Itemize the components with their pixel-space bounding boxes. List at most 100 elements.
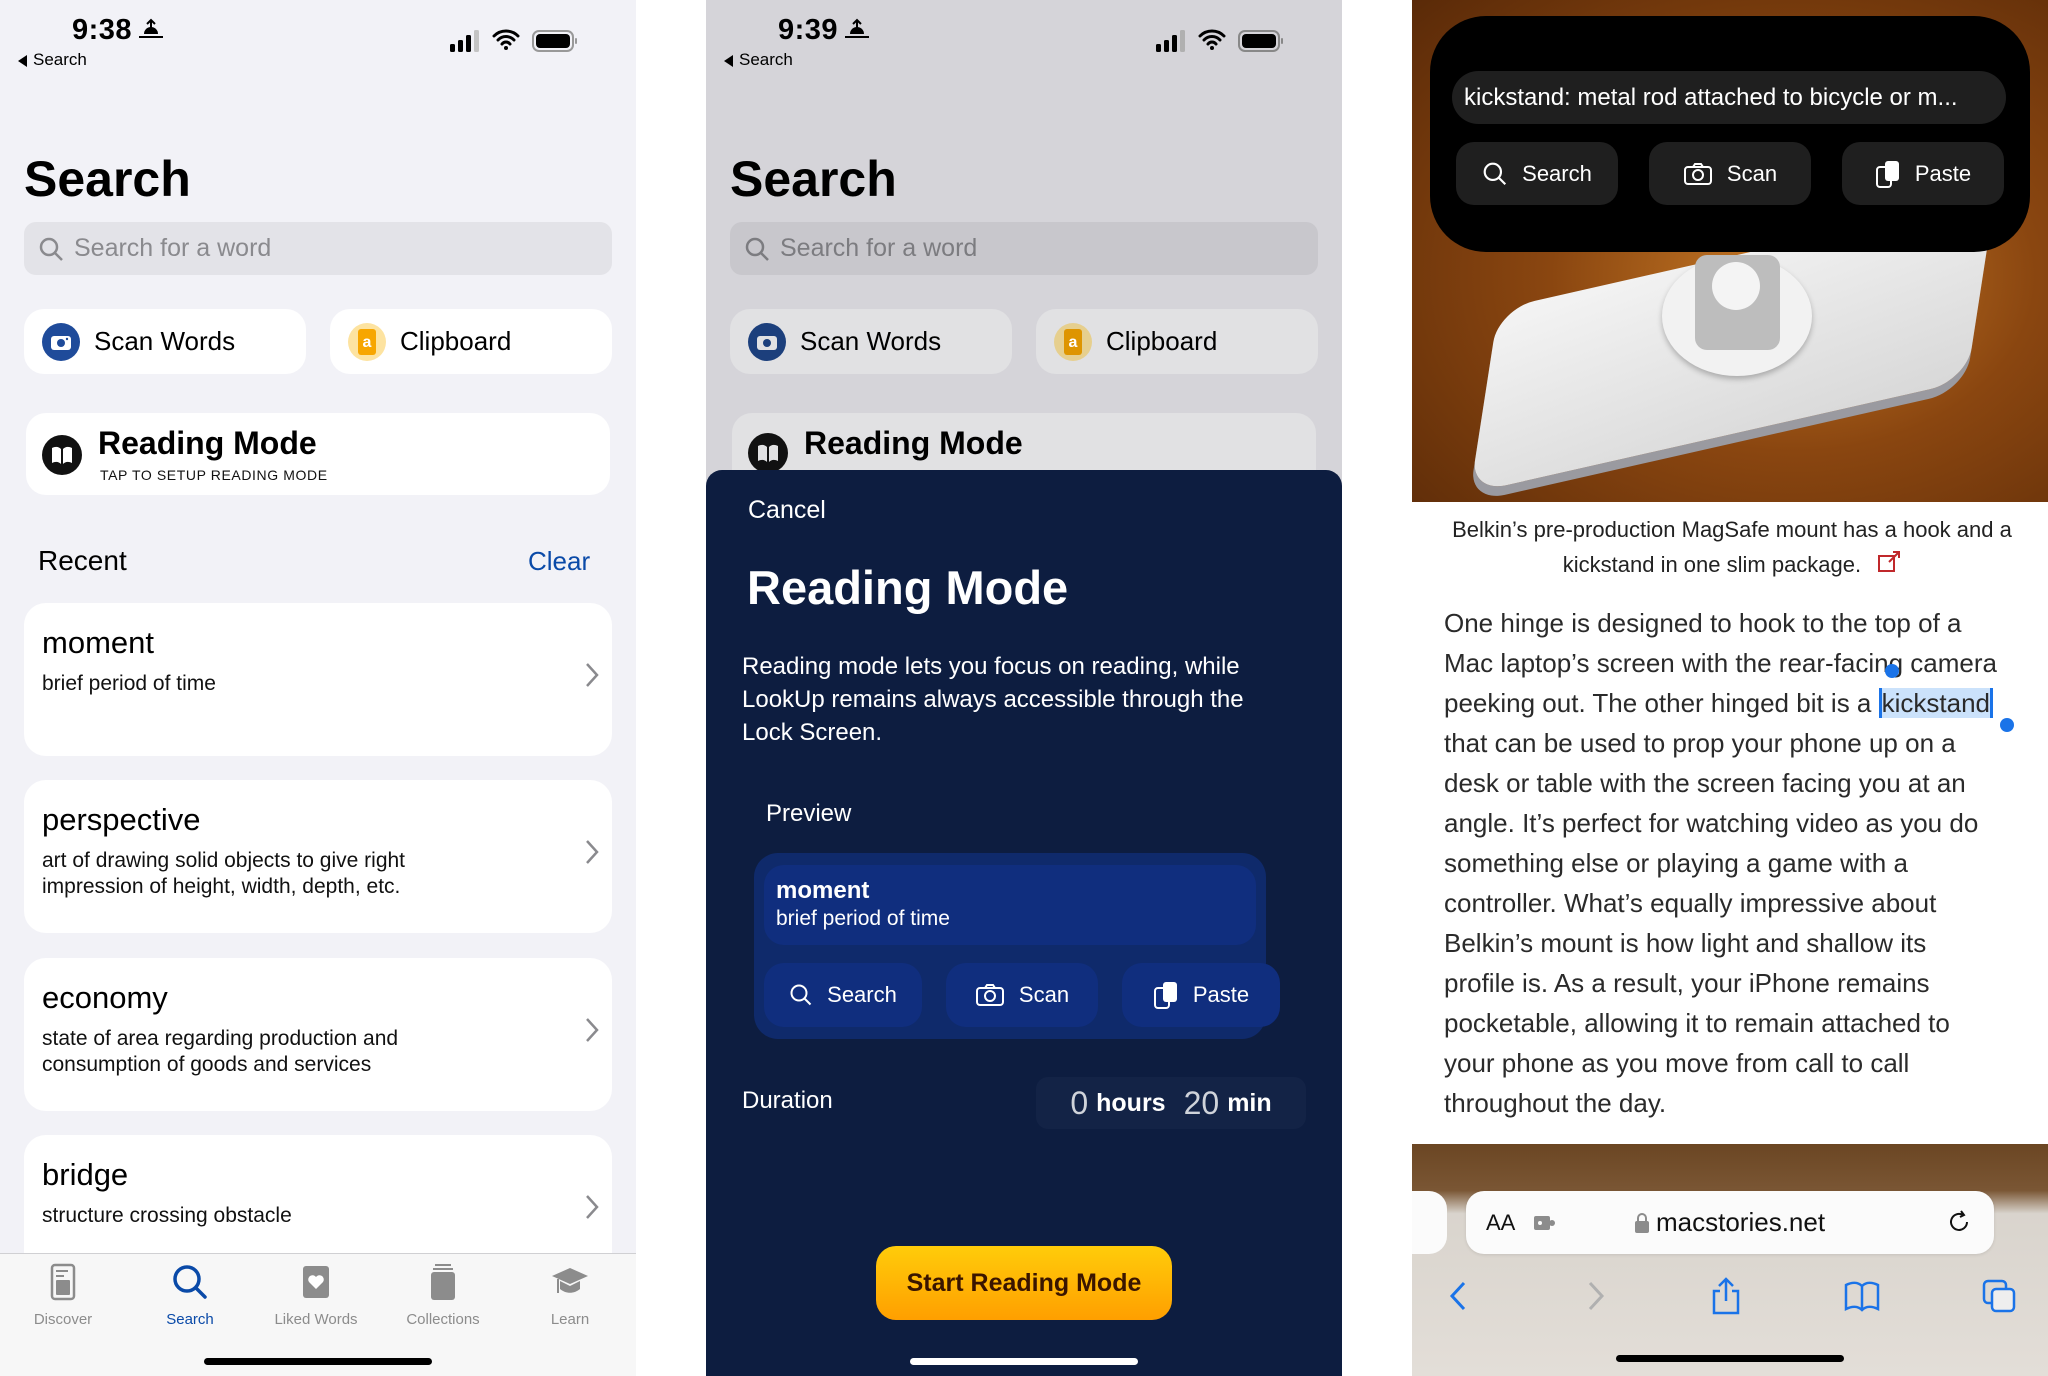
recent-item[interactable]: perspective art of drawing solid objects… xyxy=(24,780,612,933)
page-title: Search xyxy=(24,151,191,207)
graduation-cap-icon xyxy=(552,1268,588,1293)
duration-label: Duration xyxy=(742,1087,833,1114)
paste-icon xyxy=(1875,160,1899,188)
camera-icon xyxy=(42,322,80,361)
back-triangle-icon xyxy=(724,54,733,67)
search-placeholder: Search for a word xyxy=(780,234,978,262)
recent-word: moment xyxy=(42,625,154,660)
widget-paste-button[interactable]: Paste xyxy=(1842,142,2004,205)
definition-pill[interactable]: kickstand: metal rod attached to bicycle… xyxy=(1452,71,2006,124)
widget-scan-button[interactable]: Scan xyxy=(1649,142,1811,205)
clipboard-button[interactable]: a Clipboard xyxy=(1036,309,1318,374)
preview-paste-button[interactable]: Paste xyxy=(1122,963,1280,1027)
status-time: 9:39 xyxy=(778,14,839,46)
hours-unit: hours xyxy=(1096,1088,1166,1117)
tab-label: Search xyxy=(166,1311,214,1328)
book-icon xyxy=(42,435,82,475)
preview-scan-button[interactable]: Scan xyxy=(946,963,1098,1027)
clear-recent-button[interactable]: Clear xyxy=(528,546,590,577)
search-icon xyxy=(1483,162,1507,185)
scan-words-button[interactable]: Scan Words xyxy=(730,309,1012,374)
paste-icon xyxy=(1153,982,1177,1009)
clipboard-icon: a xyxy=(1054,322,1092,361)
cellular-signal-icon xyxy=(1156,30,1185,52)
article-line: that can be used to prop your phone up o… xyxy=(1444,728,1956,758)
article-line: Mac laptop’s screen with the rear-facing… xyxy=(1444,648,1997,678)
scan-words-label: Scan Words xyxy=(94,326,236,356)
article-line: controller. What’s equally impressive ab… xyxy=(1444,888,1937,918)
previous-tab-bar[interactable] xyxy=(1412,1191,1447,1254)
minutes-unit: min xyxy=(1227,1088,1272,1117)
preview-search-button[interactable]: Search xyxy=(764,963,922,1027)
reading-mode-card[interactable]: Reading Mode TAP TO SETUP READING MODE xyxy=(26,413,610,495)
photo-kickstand-hole xyxy=(1712,262,1760,310)
reload-icon[interactable] xyxy=(1948,1209,1972,1236)
extension-icon[interactable] xyxy=(1532,1213,1556,1233)
photo-caption: Belkin’s pre-production MagSafe mount ha… xyxy=(1432,512,2032,582)
back-label: Search xyxy=(739,50,793,69)
search-input[interactable]: Search for a word xyxy=(24,222,612,275)
recent-item[interactable]: moment brief period of time xyxy=(24,603,612,756)
recent-item[interactable]: economy state of area regarding producti… xyxy=(24,958,612,1111)
back-triangle-icon xyxy=(18,54,27,67)
button-label: Paste xyxy=(1192,982,1250,1007)
preview-word: moment xyxy=(776,877,870,904)
heart-icon xyxy=(303,1266,329,1298)
back-icon[interactable] xyxy=(1440,1277,1476,1315)
sunrise-icon xyxy=(139,18,163,38)
wifi-icon xyxy=(1198,29,1226,50)
cellular-signal-icon xyxy=(450,30,479,52)
address-bar[interactable]: AA macstories.net xyxy=(1466,1191,1994,1254)
button-label: Scan xyxy=(1018,982,1070,1007)
search-screen: 9:38 Search Search Search for a word Sca… xyxy=(0,0,636,1376)
scan-words-button[interactable]: Scan Words xyxy=(24,309,306,374)
start-reading-mode-button[interactable]: Start Reading Mode xyxy=(876,1246,1172,1320)
clipboard-button[interactable]: a Clipboard xyxy=(330,309,612,374)
safari-article-screen: kickstand: metal rod attached to bicycle… xyxy=(1412,0,2048,1376)
book-icon xyxy=(748,433,788,473)
reading-mode-setup-screen: 9:39 Search Search Search for a word Sca… xyxy=(706,0,1342,1376)
sheet-title: Reading Mode xyxy=(747,561,1069,614)
recent-definition: art of drawing solid objects to give rig… xyxy=(42,849,406,898)
external-link-icon[interactable] xyxy=(1877,550,1901,574)
search-input[interactable]: Search for a word xyxy=(730,222,1318,275)
share-icon[interactable] xyxy=(1708,1277,1744,1315)
tabs-icon[interactable] xyxy=(1982,1277,2018,1315)
home-indicator xyxy=(204,1358,432,1365)
tab-label: Collections xyxy=(406,1311,480,1328)
clipboard-icon: a xyxy=(348,322,386,361)
recent-word: economy xyxy=(42,980,168,1015)
recent-definition: brief period of time xyxy=(42,672,216,695)
article-line: peeking out. The other hinged bit is a k… xyxy=(1444,683,2034,723)
back-to-search-link[interactable]: Search xyxy=(724,50,793,70)
search-icon xyxy=(745,237,769,261)
duration-picker[interactable]: 0 hours 20 min xyxy=(1036,1077,1306,1129)
selection-start-handle[interactable] xyxy=(1885,664,1899,678)
cancel-button[interactable]: Cancel xyxy=(748,496,826,525)
back-to-search-link[interactable]: Search xyxy=(18,50,87,70)
caption-text: Belkin’s pre-production MagSafe mount ha… xyxy=(1452,517,2012,577)
bookmarks-icon[interactable] xyxy=(1844,1277,1880,1315)
wifi-icon xyxy=(492,29,520,50)
text-size-button[interactable]: AA xyxy=(1486,1210,1515,1236)
tab-search[interactable]: Search xyxy=(130,1262,250,1328)
back-label: Search xyxy=(33,50,87,69)
article-photo-2 xyxy=(1412,1144,2048,1376)
search-icon xyxy=(173,1265,207,1299)
article-line: One hinge is designed to hook to the top… xyxy=(1444,608,1962,638)
tab-discover[interactable]: Discover xyxy=(3,1262,123,1328)
document-icon xyxy=(50,1263,76,1301)
recent-word: perspective xyxy=(42,802,201,837)
selection-end-handle[interactable] xyxy=(2000,718,2014,732)
widget-search-button[interactable]: Search xyxy=(1456,142,1618,205)
preview-definition: brief period of time xyxy=(776,907,950,930)
tab-learn[interactable]: Learn xyxy=(510,1262,630,1328)
forward-icon[interactable] xyxy=(1578,1277,1614,1315)
selected-word[interactable]: kickstand xyxy=(1878,688,1993,718)
article-line: throughout the day. xyxy=(1444,1088,1667,1118)
tab-liked-words[interactable]: Liked Words xyxy=(256,1262,376,1328)
tab-collections[interactable]: Collections xyxy=(383,1262,503,1328)
chevron-right-icon xyxy=(586,1018,599,1042)
preview-widget: moment brief period of time Search Scan … xyxy=(754,853,1280,1039)
chevron-right-icon xyxy=(586,663,599,687)
